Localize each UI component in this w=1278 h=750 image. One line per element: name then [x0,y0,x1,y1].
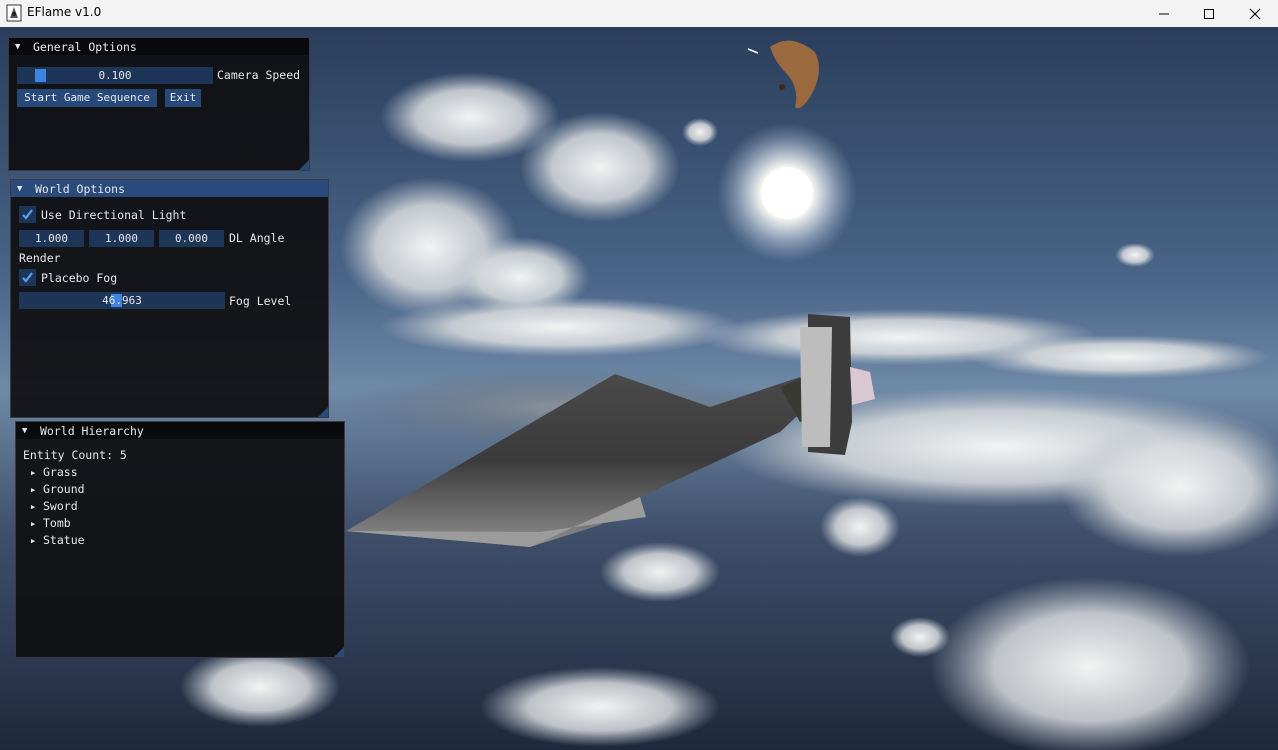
close-button[interactable] [1232,0,1278,27]
tree-item-ground[interactable]: ▶ Ground [31,482,85,496]
collapse-arrow-icon[interactable]: ▼ [22,426,32,436]
world-hierarchy-panel[interactable]: ▼ World Hierarchy Entity Count: 5 ▶ Grass… [15,421,345,658]
entity-count-label: Entity Count: 5 [23,448,127,462]
resize-grip[interactable] [299,160,309,170]
checkmark-icon [22,209,33,220]
resize-grip[interactable] [334,647,344,657]
dl-angle-x-input[interactable]: 1.000 [19,230,84,247]
tree-item-label: Grass [43,465,78,479]
tree-item-label: Statue [43,533,85,547]
world-options-header[interactable]: ▼ World Options [11,180,328,197]
maximize-icon [1204,8,1214,19]
panel-title: World Options [35,181,126,196]
close-icon [1249,8,1261,19]
camera-speed-value: 0.100 [98,69,132,82]
dl-angle-y-input[interactable]: 1.000 [89,230,154,247]
camera-speed-label: Camera Speed [217,68,301,82]
expand-arrow-icon[interactable]: ▶ [31,503,43,511]
start-game-sequence-button[interactable]: Start Game Sequence [17,89,157,107]
render-label: Render [19,251,61,265]
checkmark-icon [22,272,33,283]
general-options-panel[interactable]: ▼ General Options 0.100 Camera Speed Sta… [8,37,310,171]
window-titlebar: EFlame v1.0 [0,0,1278,27]
general-options-header[interactable]: ▼ General Options [9,38,309,55]
collapse-arrow-icon[interactable]: ▼ [17,184,27,194]
exit-button[interactable]: Exit [165,89,201,107]
placebo-fog-label: Placebo Fog [41,271,118,285]
expand-arrow-icon[interactable]: ▶ [31,520,43,528]
dl-angle-z-input[interactable]: 0.000 [159,230,224,247]
fog-level-label: Fog Level [229,294,292,308]
fog-level-value: 46.963 [102,294,142,307]
panel-title: World Hierarchy [40,423,144,438]
fog-level-slider[interactable]: 46.963 [19,292,225,309]
app-logo-icon [6,4,22,22]
camera-speed-slider[interactable]: 0.100 [17,67,213,84]
panel-title: General Options [33,39,137,54]
expand-arrow-icon[interactable]: ▶ [31,537,43,545]
window-title: EFlame v1.0 [27,5,102,19]
tree-item-label: Ground [43,482,85,496]
collapse-arrow-icon[interactable]: ▼ [15,42,25,52]
use-directional-light-checkbox[interactable] [19,206,36,223]
placebo-fog-checkbox[interactable] [19,269,36,286]
maximize-button[interactable] [1186,0,1232,27]
slider-grab[interactable] [35,69,46,82]
tree-item-label: Sword [43,499,78,513]
dl-angle-label: DL Angle [229,231,285,245]
world-options-panel[interactable]: ▼ World Options Use Directional Light 1.… [10,179,329,418]
resize-grip[interactable] [318,407,328,417]
minimize-button[interactable] [1141,0,1187,27]
tree-item-tomb[interactable]: ▶ Tomb [31,516,71,530]
tree-item-label: Tomb [43,516,71,530]
use-directional-light-label: Use Directional Light [41,208,187,222]
minimize-icon [1159,13,1169,14]
world-hierarchy-header[interactable]: ▼ World Hierarchy [16,422,344,439]
tree-item-grass[interactable]: ▶ Grass [31,465,78,479]
tree-item-sword[interactable]: ▶ Sword [31,499,78,513]
expand-arrow-icon[interactable]: ▶ [31,469,43,477]
tree-item-statue[interactable]: ▶ Statue [31,533,85,547]
expand-arrow-icon[interactable]: ▶ [31,486,43,494]
